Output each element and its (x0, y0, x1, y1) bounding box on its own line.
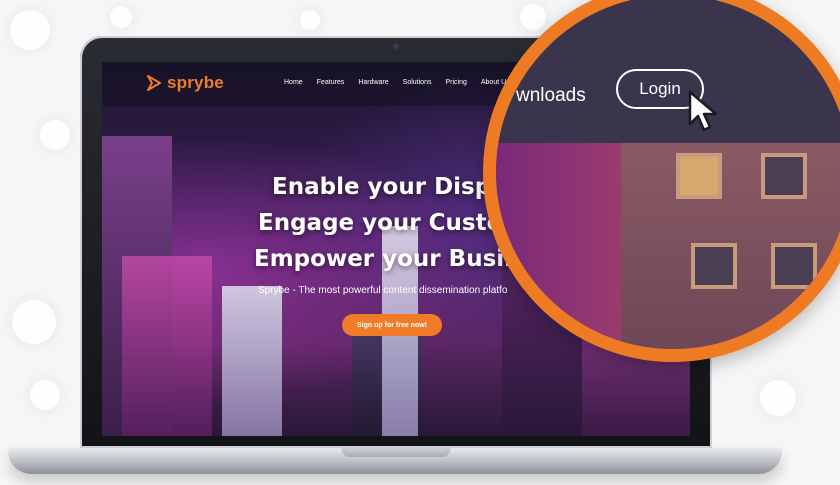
signup-button[interactable]: Sign up for free now! (342, 314, 442, 336)
background-bubble (760, 380, 796, 416)
building-window (761, 153, 807, 199)
zoom-lens: wnloads Login (483, 0, 840, 362)
zoomed-building (621, 143, 840, 349)
background-bubble (300, 10, 320, 30)
mouse-pointer-icon (688, 90, 718, 132)
laptop-hinge-notch (341, 448, 451, 457)
background-bubble (30, 380, 60, 410)
nav-item-downloads[interactable]: wnloads (516, 85, 586, 107)
laptop-base (8, 448, 782, 474)
zoomed-building (496, 143, 621, 349)
webcam-icon (393, 43, 399, 49)
building-window (676, 153, 722, 199)
background-bubble (40, 120, 70, 150)
background-bubble (12, 300, 56, 344)
hero-subtitle: Sprybe - The most powerful content disse… (258, 285, 508, 296)
background-bubble (110, 6, 132, 28)
background-bubble (10, 10, 50, 50)
building-window (691, 243, 737, 289)
building-window (771, 243, 817, 289)
